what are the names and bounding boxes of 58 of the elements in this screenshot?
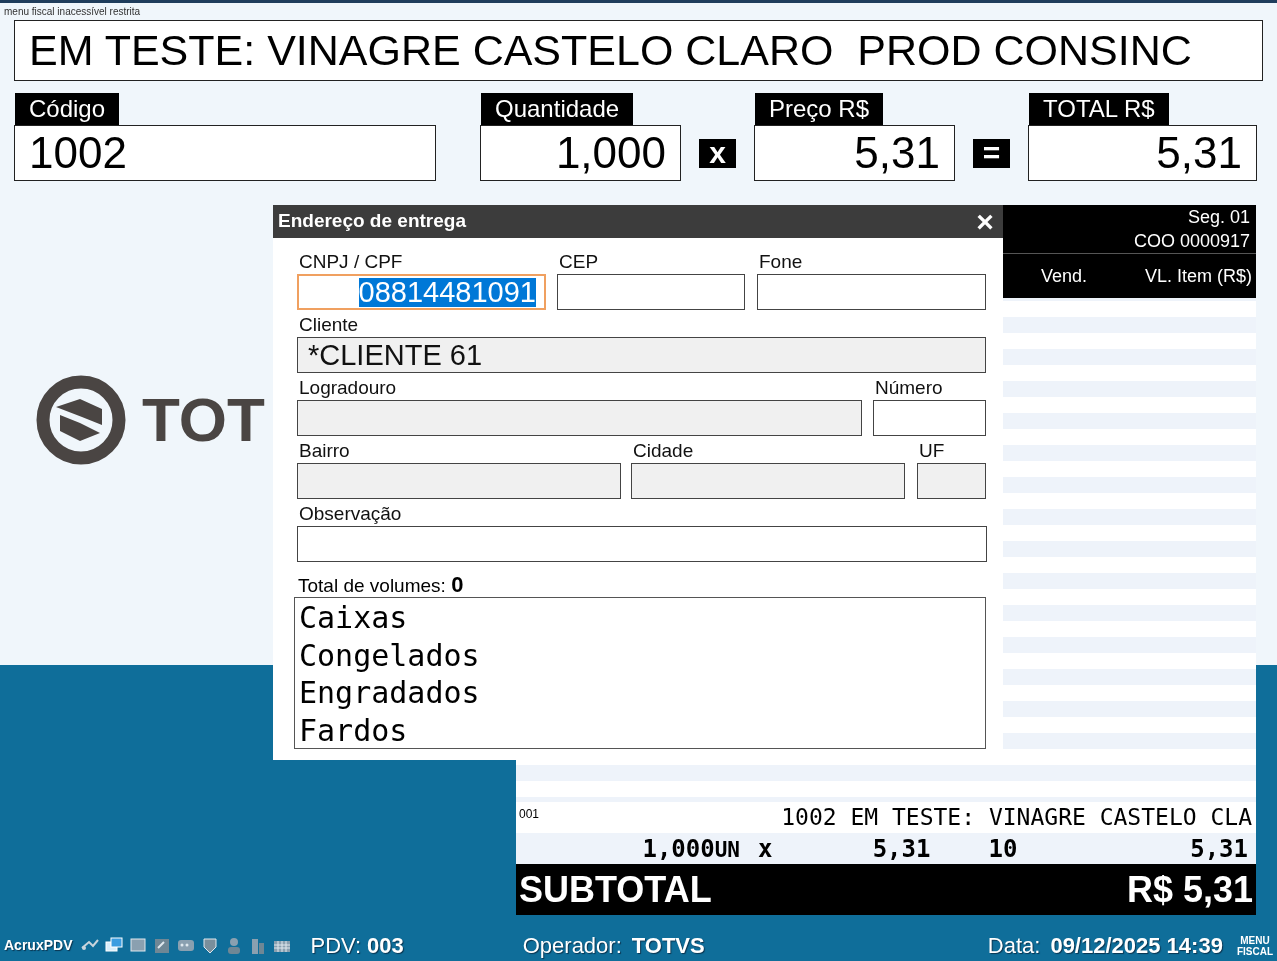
entry-field[interactable]: 5,31 xyxy=(754,125,955,181)
column-header: VL. Item (R$) xyxy=(1144,264,1252,288)
input-field[interactable] xyxy=(873,400,986,436)
app-name: AcruxPDV xyxy=(4,936,73,955)
field-label: Código xyxy=(15,93,120,125)
description-display: EM TESTE: VINAGRE CASTELO CLARO PROD CONSINC xyxy=(14,20,1263,81)
column-header: Vend. xyxy=(1040,264,1087,288)
pdv-number: 003 xyxy=(367,932,404,960)
operator-label: Operador: xyxy=(522,932,622,960)
item-total: 5,31 xyxy=(1189,833,1248,865)
input-field[interactable] xyxy=(557,274,745,310)
field-label: CNPJ / CPF xyxy=(298,251,404,273)
field-label: Bairro xyxy=(298,440,351,462)
field-label: Observação xyxy=(298,503,403,525)
subtotal-value: R$ 5,31 xyxy=(1126,867,1253,912)
volume-total-text: Total de volumes: 0 xyxy=(297,574,465,597)
field-label: Preço R$ xyxy=(755,93,884,125)
receipt-header-text: Seg. 01 xyxy=(1187,206,1250,229)
entry-field[interactable]: 1002 xyxy=(14,125,436,181)
input-field[interactable] xyxy=(297,526,987,562)
field-label: CEP xyxy=(558,251,600,273)
times-sign: x xyxy=(758,833,773,865)
date-label: Data: xyxy=(987,932,1041,960)
volume-list[interactable]: Caixas Congelados Engradados Fardos xyxy=(294,597,986,749)
date-time: 09/12/2025 14:39 xyxy=(1050,932,1223,960)
field-label: Quantidade xyxy=(481,93,634,125)
list-item[interactable]: Engradados xyxy=(299,674,480,712)
field-label: Cliente xyxy=(298,314,360,336)
operator-sign: x xyxy=(699,138,736,168)
operator-name: TOTVS xyxy=(631,932,705,960)
field-label: Logradouro xyxy=(298,377,398,399)
input-field[interactable]: 08814481091 xyxy=(297,274,546,310)
field-label: UF xyxy=(918,440,946,462)
pdv-label: PDV: xyxy=(310,932,361,960)
list-item[interactable]: Caixas xyxy=(299,599,408,637)
item-vendor: 10 xyxy=(987,833,1018,865)
field-label: Fone xyxy=(758,251,804,273)
logo-icon xyxy=(36,375,126,465)
dialog-title: Endereço de entrega xyxy=(278,209,466,234)
menu-fiscal-button[interactable]: MENU FISCAL xyxy=(1236,934,1273,957)
entry-field[interactable]: 5,31 xyxy=(1028,125,1257,181)
receipt-header-text: COO 0000917 xyxy=(1133,230,1250,253)
close-button[interactable]: × xyxy=(972,206,998,237)
list-item[interactable]: Congelados xyxy=(299,636,480,674)
list-item[interactable]: Fardos xyxy=(299,711,408,749)
item-price: 5,31 xyxy=(871,833,931,865)
entry-field[interactable]: 1,000 xyxy=(480,125,681,181)
logo-text: TOT xyxy=(142,389,265,451)
field-label: Cidade xyxy=(632,440,695,462)
operator-sign: = xyxy=(973,138,1010,168)
subtotal-label: SUBTOTAL xyxy=(519,867,712,912)
item-index: 001 xyxy=(518,806,541,823)
field-label: TOTAL R$ xyxy=(1029,93,1169,125)
input-field[interactable] xyxy=(757,274,986,310)
field-label: Número xyxy=(874,377,944,399)
item-quantity: 1,000UN xyxy=(641,833,740,865)
item-description: 1002 EM TESTE: VINAGRE CASTELO CLA xyxy=(780,803,1252,833)
notice-text: menu fiscal inacessível restrita xyxy=(4,6,141,17)
